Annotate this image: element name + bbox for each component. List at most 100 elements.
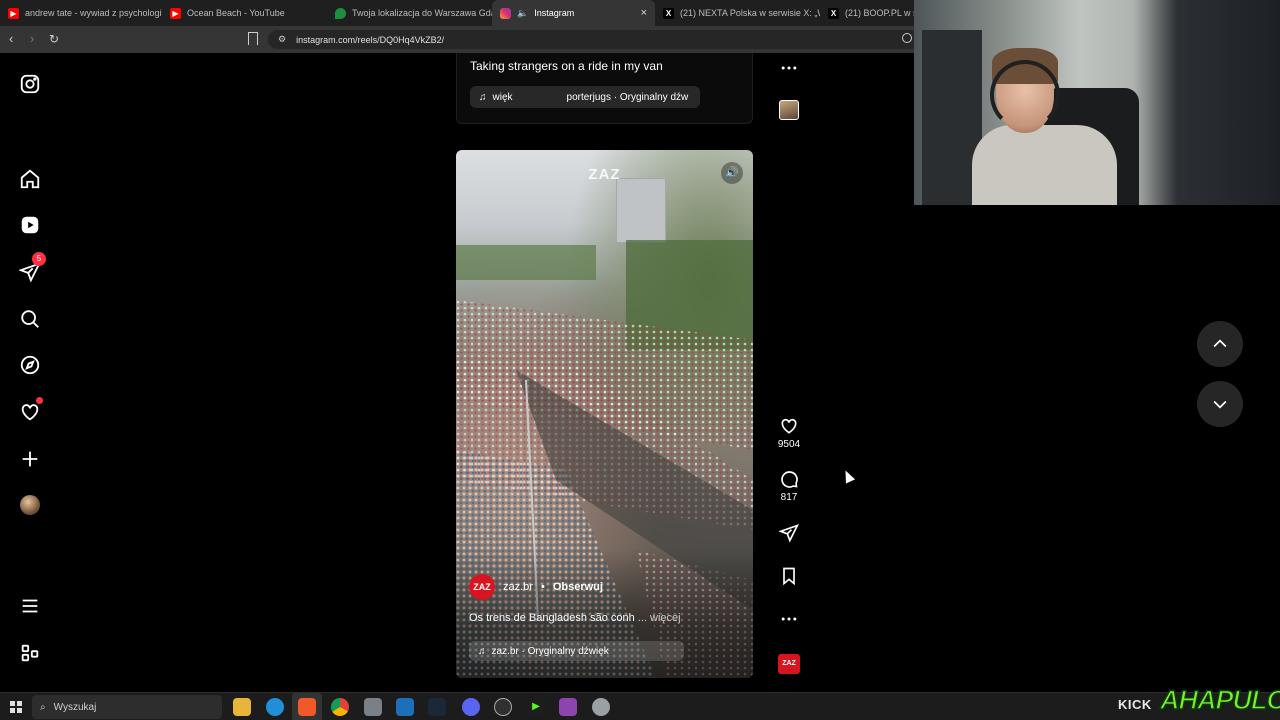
search-icon[interactable] [18,307,42,331]
reel-caption: Os trens de Bangladesh são conh ... więc… [469,612,681,624]
app-icon[interactable] [592,698,610,716]
follow-button[interactable]: Obserwuj [553,581,603,593]
youtube-icon: ▶ [8,7,19,19]
bookmark-icon [783,567,795,586]
tab-label: (21) BOOP.PL w serw [845,8,915,18]
more-options-button[interactable] [772,609,806,629]
reel-actions: 9504 817 ZAZ [772,53,806,693]
kick-app-icon[interactable]: ▶ [527,698,545,716]
address-bar[interactable]: ⚙ instagram.com/reels/DQ0Hq4VkZB2/ [268,30,920,49]
explore-icon[interactable] [18,353,42,377]
tab-instagram[interactable]: 🔈 Instagram × [492,0,655,26]
tab-label: Instagram [534,8,575,18]
share-button[interactable] [772,523,806,543]
obs-icon[interactable] [494,698,512,716]
audio-text-right: porterjugs · Oryginalny dźw [566,91,689,103]
webcam-person-body [972,125,1117,205]
tab-label: Twoja lokalizacja do Warszawa Gdańs [352,8,492,18]
headphones-icon [990,60,1060,130]
share-icon [779,524,799,543]
more-link[interactable]: ... więcej [638,612,681,624]
app-icon[interactable] [364,698,382,716]
reels-icon[interactable] [18,213,42,237]
author-username[interactable]: zaz.br [503,581,533,593]
notifications-heart-icon[interactable] [18,397,43,424]
previous-reel-caption: Taking strangers on a ride in my van [470,59,663,73]
notification-dot [36,397,43,404]
chevron-up-icon [1213,339,1227,348]
tab-label: (21) NEXTA Polska w serwisie X: „W K [680,8,820,18]
volume-icon[interactable]: 🔊 [721,162,743,184]
save-button[interactable] [772,566,806,586]
url-text: instagram.com/reels/DQ0Hq4VkZB2/ [296,34,445,45]
reel-author-row: ZAZ zaz.br • Obserwuj [469,574,603,600]
tab-maps[interactable]: Twoja lokalizacja do Warszawa Gdańs [327,0,492,26]
forward-icon[interactable]: › [30,31,34,47]
youtube-icon: ▶ [170,7,181,19]
windows-taskbar: ⌕ Wyszukaj ▶ [0,692,1280,720]
tab-boop[interactable]: X (21) BOOP.PL w serw [820,0,915,26]
tab-ocean-beach[interactable]: ▶ Ocean Beach - YouTube [162,0,327,26]
site-settings-icon[interactable]: ⚙ [278,34,286,45]
chrome-icon[interactable] [331,698,349,716]
close-tab-icon[interactable]: × [641,7,647,19]
app-icon[interactable] [559,698,577,716]
comment-button[interactable]: 817 [772,469,806,503]
video-watermark: ZAZ [588,166,621,183]
brave-icon[interactable] [298,698,316,716]
more-apps-icon[interactable] [18,641,42,665]
taskbar-search[interactable]: ⌕ Wyszukaj [32,695,222,719]
music-note-icon: ♫ [478,645,486,657]
previous-reel-audio-thumb[interactable] [772,100,806,120]
ccleaner-icon[interactable] [396,698,414,716]
back-icon[interactable]: ‹ [9,31,13,47]
reel-audio[interactable]: ♫ zaz.br · Oryginalny dźwięk [469,641,684,661]
bookmark-icon[interactable] [248,32,258,45]
taskbar-search-placeholder: Wyszukaj [53,701,97,713]
kick-logo: KICK [1118,697,1152,712]
tab-nexta[interactable]: X (21) NEXTA Polska w serwisie X: „W K [655,0,820,26]
next-reel-button[interactable] [1197,381,1243,427]
reel-video[interactable]: ZAZ 🔊 ZAZ zaz.br • Obserwuj Os trens de … [456,150,753,678]
tab-youtube-andrew-tate[interactable]: ▶ andrew tate - wywiad z psychologiem [0,0,162,26]
reload-icon[interactable]: ↻ [49,31,59,47]
streamer-logo: AHAPULCO [1159,684,1280,716]
separator-dot: • [540,581,545,593]
steam-icon[interactable] [428,698,446,716]
reel-audio-thumb[interactable]: ZAZ [772,654,806,674]
tab-label: Ocean Beach - YouTube [187,8,285,18]
file-explorer-icon[interactable] [233,698,251,716]
audio-thumbnail: ZAZ [778,654,800,674]
reel-audio-text: zaz.br · Oryginalny dźwięk [491,645,609,657]
home-icon[interactable] [18,167,42,191]
like-count: 9504 [777,439,801,450]
discord-icon[interactable] [462,698,480,716]
menu-hamburger-icon[interactable] [18,594,42,618]
chevron-down-icon [1213,400,1227,409]
audio-text-left: więk [492,91,513,103]
instagram-icon [500,7,511,19]
reel-caption-text: Os trens de Bangladesh são conh [469,612,635,624]
x-icon: X [828,7,839,19]
zoom-icon[interactable] [902,33,912,43]
audio-playing-icon: 🔈 [517,7,529,18]
instagram-logo-icon[interactable] [18,72,42,96]
instagram-sidebar: 5 [0,53,62,693]
previous-reel-button[interactable] [1197,321,1243,367]
audio-thumbnail [779,100,799,120]
heart-icon [781,418,797,434]
create-plus-icon[interactable] [18,447,42,471]
messages-icon[interactable]: 5 [18,252,46,284]
previous-reel-more-button[interactable] [772,58,806,78]
previous-reel-audio[interactable]: ♫ więk porterjugs · Oryginalny dźw [470,86,700,108]
x-icon: X [663,7,674,19]
previous-reel[interactable]: Taking strangers on a ride in my van ♫ w… [456,53,753,124]
profile-avatar[interactable] [18,493,42,517]
author-avatar[interactable]: ZAZ [469,574,495,600]
windows-start-icon[interactable] [10,701,22,713]
like-button[interactable]: 9504 [772,416,806,450]
edge-icon[interactable] [266,698,284,716]
webcam-overlay [914,0,1280,205]
tab-label: andrew tate - wywiad z psychologiem [25,8,162,18]
comment-icon [781,471,798,488]
